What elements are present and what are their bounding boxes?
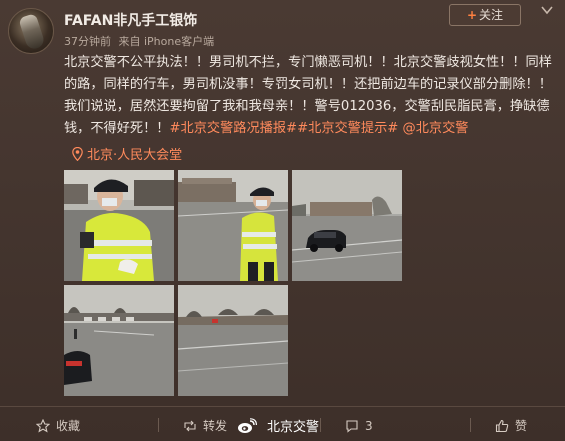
star-icon [35,418,51,433]
post-time[interactable]: 37分钟前 [64,35,111,48]
user-avatar[interactable] [8,8,54,54]
repost-button[interactable]: 转发 [183,418,227,434]
photo-parking-lot[interactable] [64,285,174,396]
divider [320,418,321,432]
post-source: 来自 iPhone客户端 [118,35,215,48]
divider [470,418,471,432]
like-label: 赞 [515,419,528,433]
weibo-post-card: FAFAN非凡手工银饰 37分钟前 来自 iPhone客户端 + 关注 北京交警不… [0,0,565,441]
location-label: 北京·人民大会堂 [87,148,183,163]
plus-icon: + [466,8,478,22]
photo-officer-closeup[interactable] [64,170,174,281]
comment-button[interactable]: 3 [345,418,373,434]
collect-button[interactable]: 收藏 [35,418,81,434]
comment-icon [346,420,358,433]
avatar-cicada-image [18,13,46,51]
repost-label: 转发 [203,419,228,433]
repost-icon [184,420,196,432]
photo-officer-street[interactable] [178,170,288,281]
source-brand-label: 北京交警 [267,420,320,435]
source-brand[interactable]: 北京交警 [237,418,320,435]
location-pin-icon [72,147,83,161]
post-hashtags[interactable]: #北京交警路况播报##北京交警提示# @北京交警 [170,121,469,136]
photo-square-road[interactable] [178,285,288,396]
photo-car-intersection[interactable] [292,170,402,281]
like-button[interactable]: 赞 [495,418,527,434]
post-text: 北京交警不公平执法！！男司机不拦，专门懒恶司机！！北京交警歧视女性！！同样的路，… [64,52,554,140]
action-bar: 收藏 转发 北京交警 3 赞 [0,406,565,441]
comment-count: 3 [365,419,373,433]
thumbs-up-icon [495,419,509,433]
weibo-logo-icon [238,418,257,433]
follow-label: 关注 [479,8,504,22]
chevron-down-icon[interactable] [540,4,554,16]
follow-button[interactable]: + 关注 [449,4,521,26]
divider [158,418,159,432]
collect-label: 收藏 [56,419,81,433]
username[interactable]: FAFAN非凡手工银饰 [64,10,197,30]
location-link[interactable]: 北京·人民大会堂 [72,144,182,163]
post-meta: 37分钟前 来自 iPhone客户端 [64,33,218,49]
